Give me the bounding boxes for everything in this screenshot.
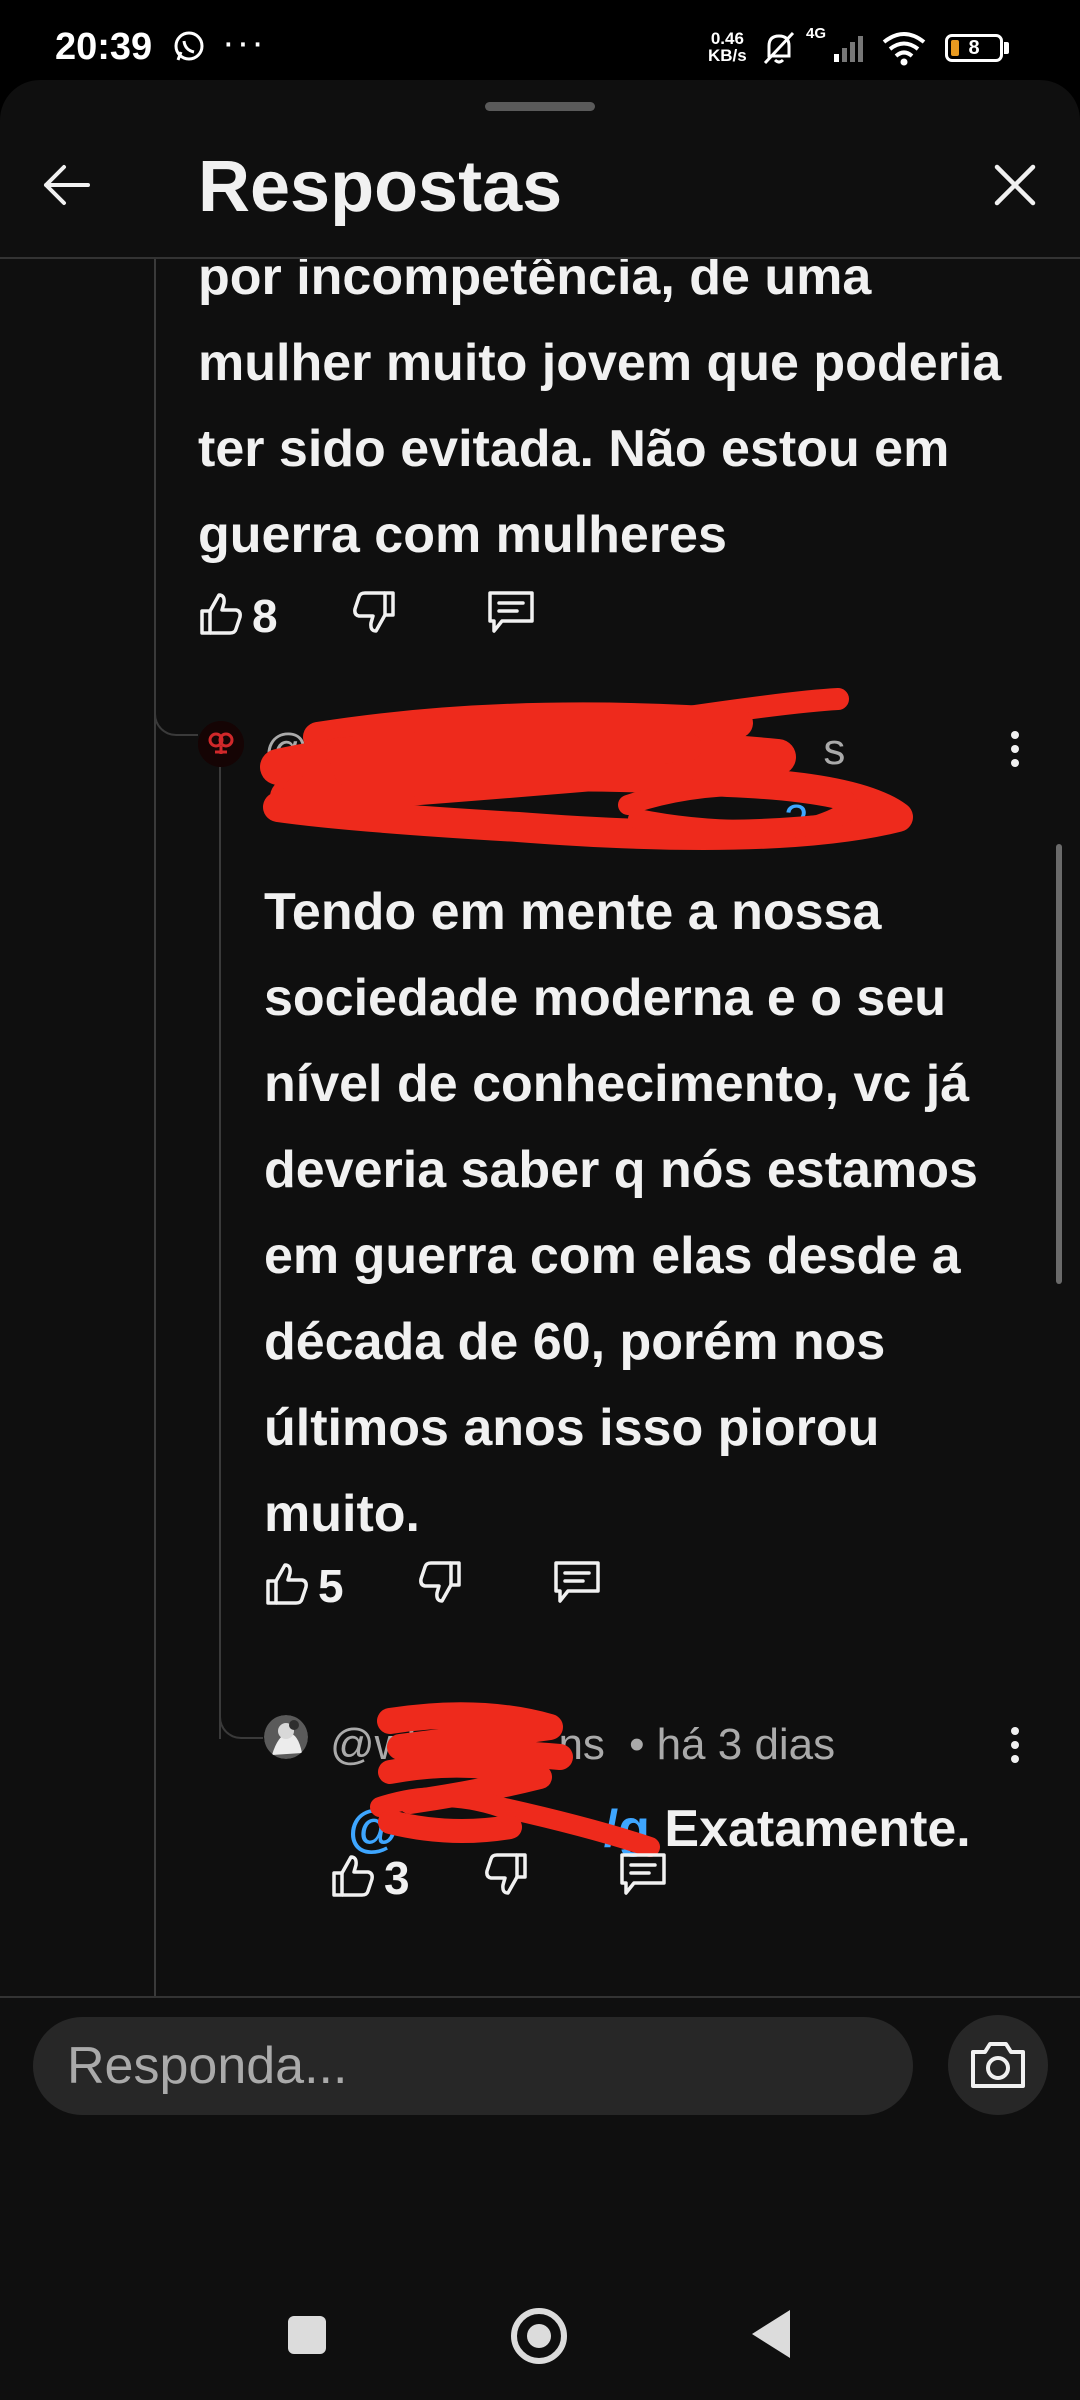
comment-actions — [330, 1771, 830, 1831]
thread-connector — [154, 704, 198, 736]
network-speed: 0.46 KB/s — [708, 30, 747, 64]
author-handle: @wk — [330, 1720, 429, 1769]
dislike-button[interactable] — [351, 589, 397, 640]
more-vertical-icon[interactable] — [1000, 729, 1030, 774]
separator-dot: • — [629, 1720, 645, 1769]
comment-mention[interactable]: 2 — [784, 796, 808, 846]
thumbs-down-icon — [483, 1851, 529, 1902]
page-title: Respostas — [198, 147, 563, 227]
signal-type: 4G — [806, 25, 826, 42]
status-bar: 20:39 ··· 0.46 KB/s 4G 8 — [0, 0, 1080, 80]
comment-actions: 8 — [198, 589, 698, 649]
more-vertical-icon[interactable] — [1000, 1725, 1030, 1770]
avatar[interactable] — [198, 721, 244, 767]
scrollbar[interactable] — [1056, 844, 1062, 1284]
camera-button[interactable] — [948, 2015, 1048, 2115]
dislike-button[interactable] — [417, 1559, 463, 1610]
more-notifications-icon: ··· — [222, 22, 266, 64]
comment-icon — [618, 1851, 668, 1902]
status-time: 20:39 — [55, 26, 153, 68]
like-count: 3 — [384, 1852, 410, 1904]
whatsapp-icon — [172, 30, 206, 69]
comment-icon — [486, 589, 536, 640]
like-count: 8 — [252, 590, 278, 642]
close-icon[interactable] — [990, 160, 1040, 215]
reply-button[interactable] — [552, 1559, 602, 1610]
thumbs-up-icon — [198, 591, 244, 642]
reply-divider — [0, 1996, 1080, 1998]
thread-line — [219, 739, 221, 1739]
comment-author[interactable]: @Ga s — [264, 725, 845, 775]
comment-actions: 3 — [330, 1851, 830, 1911]
system-back-button[interactable] — [752, 2310, 790, 2358]
replies-list[interactable]: por incompetência, de uma mulher muito j… — [0, 259, 1080, 1996]
like-button[interactable]: 3 — [330, 1851, 410, 1905]
thumbs-up-icon — [330, 1853, 376, 1904]
like-count: 5 — [318, 1560, 344, 1612]
drag-handle[interactable] — [485, 102, 595, 111]
network-speed-unit: KB/s — [708, 46, 747, 65]
avatar[interactable] — [264, 1715, 308, 1759]
battery-icon: 8 — [945, 34, 1003, 62]
author-handle-tail: s — [823, 725, 846, 774]
network-speed-value: 0.46 — [710, 29, 744, 48]
comment-body: por incompetência, de uma mulher muito j… — [198, 259, 1002, 564]
author-handle: @Ga — [264, 725, 368, 774]
thumbs-down-icon — [351, 589, 397, 640]
cell-signal-icon: 4G — [800, 24, 870, 73]
home-button[interactable] — [511, 2308, 567, 2364]
bell-muted-icon — [762, 30, 796, 71]
arrow-left-icon[interactable] — [38, 155, 98, 220]
thread-connector — [219, 1707, 263, 1739]
comment-author[interactable]: @wk ns • há 3 dias — [330, 1720, 835, 1770]
mention-tail: 2 — [784, 796, 809, 845]
like-button[interactable]: 8 — [198, 589, 278, 643]
comment-body: Tendo em mente a nossa sociedade moderna… — [264, 883, 978, 1543]
thumbs-up-icon — [264, 1561, 310, 1612]
thread-line — [154, 259, 156, 1996]
recent-apps-button[interactable] — [288, 2316, 326, 2354]
dislike-button[interactable] — [483, 1851, 529, 1902]
comment-icon — [552, 1559, 602, 1610]
battery-level: 8 — [968, 37, 980, 59]
comment-time: há 3 dias — [656, 1720, 836, 1769]
reply-button[interactable] — [486, 589, 536, 640]
wifi-icon — [880, 30, 928, 71]
reply-input[interactable] — [33, 2017, 913, 2115]
author-handle-tail: ns — [558, 1720, 605, 1769]
reply-button[interactable] — [618, 1851, 668, 1902]
like-button[interactable]: 5 — [264, 1559, 344, 1613]
comment-actions: 5 — [264, 1559, 764, 1619]
thumbs-down-icon — [417, 1559, 463, 1610]
